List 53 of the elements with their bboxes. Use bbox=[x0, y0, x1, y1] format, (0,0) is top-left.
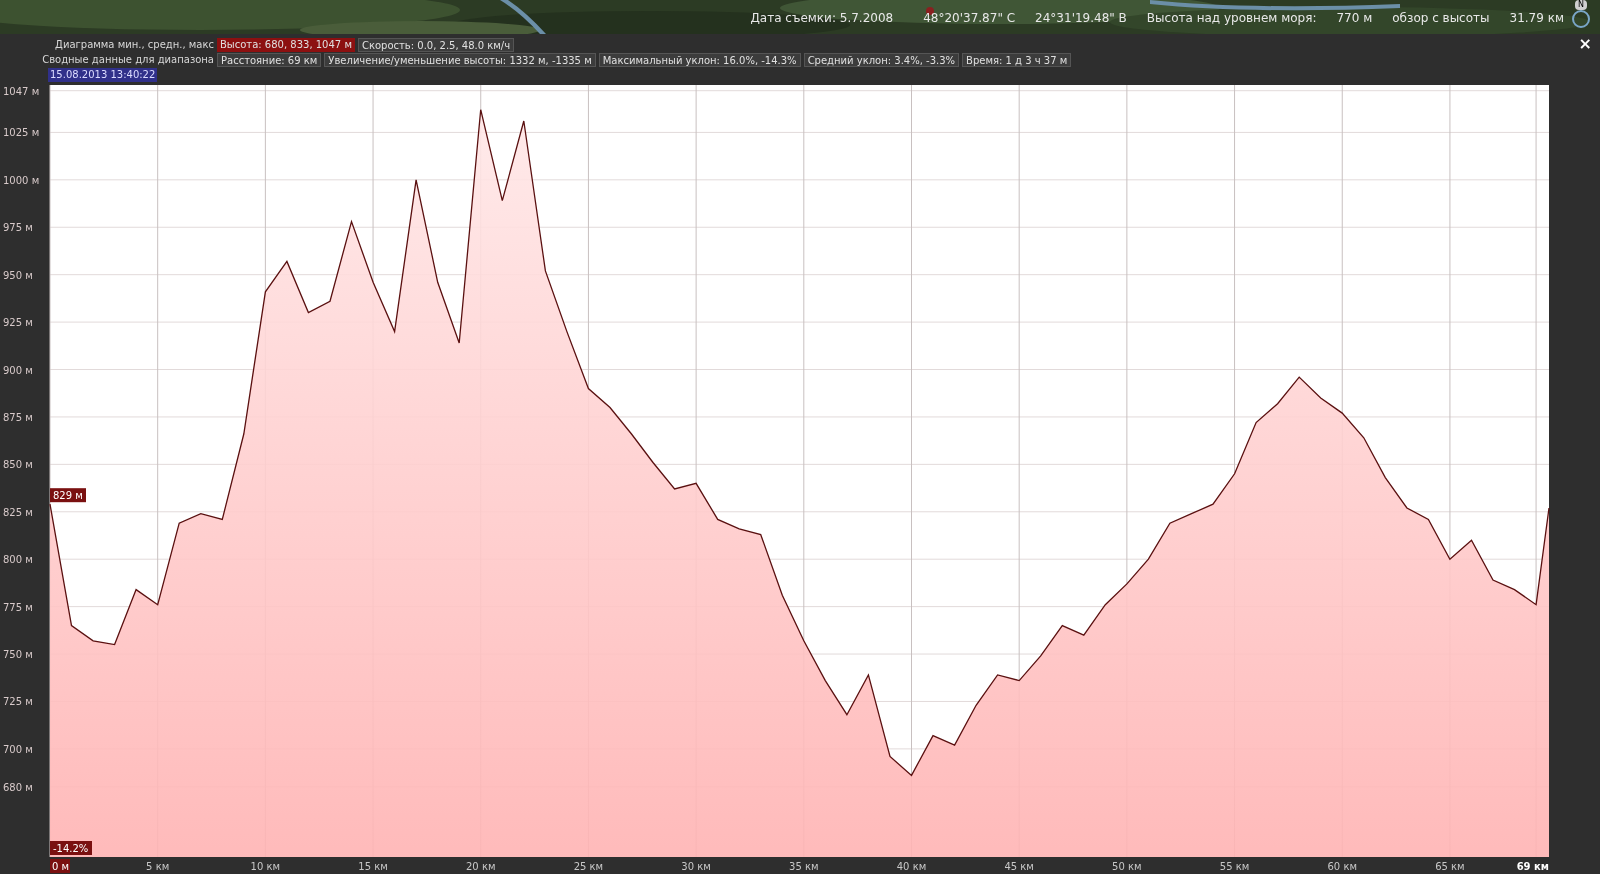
x-axis-label: 25 км bbox=[573, 861, 604, 872]
row-label: Диаграмма мин., средн., макс bbox=[54, 38, 214, 52]
summary-tab[interactable]: Максимальный уклон: 16.0%, -14.3% bbox=[598, 52, 801, 67]
y-axis-label: 680 м bbox=[3, 781, 33, 793]
y-axis-label: 1000 м bbox=[3, 174, 40, 186]
x-axis-label: 60 км bbox=[1327, 861, 1357, 872]
x-axis-label: 65 км bbox=[1435, 861, 1465, 872]
x-axis-label: 15 км bbox=[358, 861, 388, 872]
map-status-text: 48°20'37.87" С bbox=[923, 10, 1016, 27]
map-status-text: 770 м bbox=[1336, 10, 1373, 27]
x-axis-label: 10 км bbox=[250, 861, 281, 872]
y-axis-label: 875 м bbox=[3, 411, 33, 423]
y-axis-label: 725 м bbox=[3, 696, 33, 708]
summary-tab[interactable]: Расстояние: 69 км bbox=[217, 52, 322, 67]
y-axis-label: 975 м bbox=[3, 222, 33, 234]
map-status-text: Дата съемки: 5.7.2008 bbox=[750, 10, 894, 27]
x-axis-label: 5 км bbox=[146, 861, 170, 872]
map-status-text: Высота над уровнем моря: bbox=[1146, 10, 1317, 27]
x-axis-label: 20 км bbox=[466, 861, 496, 872]
y-axis-label: 900 м bbox=[3, 364, 33, 376]
x-axis-label: 40 км bbox=[896, 861, 927, 872]
compass-north-label: N bbox=[1575, 0, 1587, 10]
compass-icon[interactable] bbox=[1572, 10, 1590, 28]
x-axis-label: 50 км bbox=[1112, 861, 1142, 872]
summary-tab[interactable]: Средний уклон: 3.4%, -3.3% bbox=[803, 52, 960, 67]
marker-label: 829 м bbox=[50, 488, 86, 503]
y-axis-label: 850 м bbox=[3, 459, 33, 471]
y-axis-label: 750 м bbox=[3, 649, 33, 661]
y-axis-label: 950 м bbox=[3, 269, 33, 281]
y-axis-label: 825 м bbox=[3, 506, 33, 518]
summary-tab[interactable]: Скорость: 0.0, 2.5, 48.0 км/ч bbox=[357, 37, 515, 52]
y-axis-label: 800 м bbox=[3, 554, 33, 566]
y-axis-label: 925 м bbox=[3, 317, 33, 329]
summary-tab[interactable]: Высота: 680, 833, 1047 м bbox=[217, 37, 355, 52]
close-button[interactable]: × bbox=[1578, 36, 1592, 52]
marker-label: -14.2% bbox=[50, 841, 92, 855]
x-axis-label: 35 км bbox=[789, 861, 819, 872]
x-axis-label: 30 км bbox=[681, 861, 711, 872]
x-axis-label: 45 км bbox=[1004, 861, 1034, 872]
y-axis-label: 700 м bbox=[3, 743, 33, 755]
timestamp-badge: 15.08.2013 13:40:22 bbox=[48, 68, 158, 82]
summary-tab[interactable]: Время: 1 д 3 ч 37 м bbox=[962, 52, 1072, 67]
map-status-text: обзор с высоты bbox=[1392, 10, 1490, 27]
map-status-text: 31.79 км bbox=[1509, 10, 1564, 27]
y-axis-label: 775 м bbox=[3, 601, 33, 613]
x-axis-label: 55 км bbox=[1219, 861, 1250, 872]
x-axis-label: 69 км bbox=[1516, 861, 1549, 872]
row-label: Сводные данные для диапазона bbox=[41, 53, 214, 67]
map-status-text: 24°31'19.48" В bbox=[1035, 10, 1127, 27]
summary-tab[interactable]: Увеличение/уменьшение высоты: 1332 м, -1335 м bbox=[324, 52, 596, 67]
y-axis-label: 1025 м bbox=[3, 127, 40, 139]
y-axis-label: 1047 м bbox=[3, 85, 40, 97]
x-axis-label: 0 м bbox=[50, 859, 70, 873]
